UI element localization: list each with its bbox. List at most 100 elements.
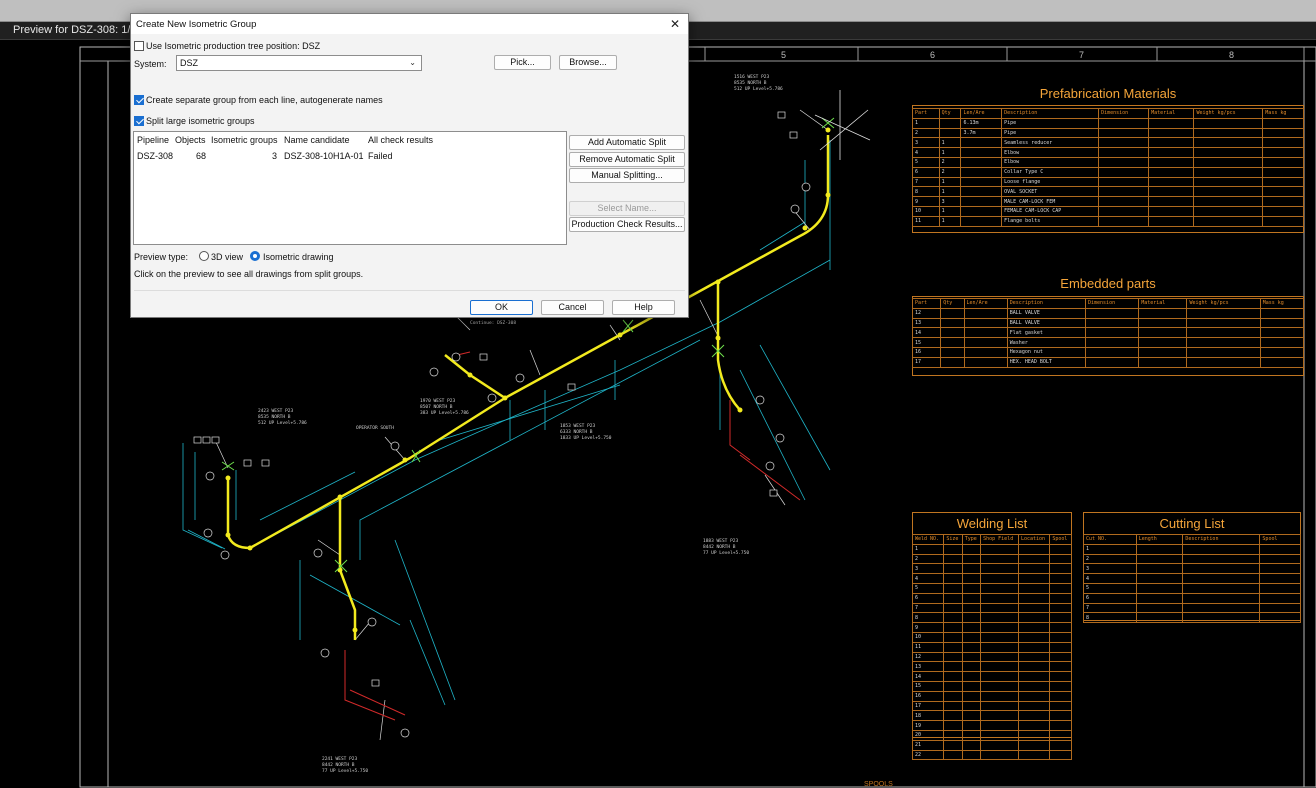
table-cell — [1148, 137, 1195, 149]
dialog-title: Create New Isometric Group — [136, 19, 257, 30]
table-cell — [961, 602, 982, 614]
table-row: 9 3 MALE CAM-LOCK FEM — [912, 196, 1304, 207]
table-cell: BALL VALVE — [1006, 307, 1087, 319]
table-cell — [1148, 196, 1195, 207]
table-cell — [1182, 602, 1261, 614]
svg-text:512 UP Level+5.786: 512 UP Level+5.786 — [734, 86, 783, 92]
table-cell — [943, 710, 963, 722]
pipeline-list[interactable]: Pipeline Objects Isometric groups Name c… — [133, 131, 567, 245]
welding-list-table: Weld NO. Size Type Shop Field Location Spool … — [911, 534, 1072, 761]
table-cell — [1049, 592, 1072, 604]
ruler-mark-8: 8 — [1229, 50, 1234, 60]
col-header-groups[interactable]: Isometric groups — [211, 135, 278, 145]
table-cell — [1049, 739, 1072, 751]
table-cell: 4 — [912, 147, 940, 158]
table-cell — [1259, 602, 1301, 614]
table-cell — [1148, 117, 1195, 129]
table-cell — [1182, 553, 1261, 565]
browse-button[interactable]: Browse... — [559, 55, 617, 70]
table-cell — [943, 661, 963, 673]
table-cell: 1 — [938, 176, 962, 188]
isometric-drawing-radio[interactable] — [250, 251, 260, 261]
prefab-header-cell: Part — [912, 108, 940, 119]
col-header-pipeline[interactable]: Pipeline — [137, 135, 169, 145]
table-row: 4 — [911, 573, 1072, 584]
close-icon[interactable]: ✕ — [670, 17, 680, 31]
table-row: 9 — [911, 622, 1072, 633]
table-cell: Flat gasket — [1006, 327, 1087, 339]
table-cell — [963, 337, 1008, 348]
table-cell — [1017, 729, 1051, 741]
table-cell: 2 — [911, 553, 945, 565]
view-3d-radio[interactable] — [199, 251, 209, 261]
pick-button[interactable]: Pick... — [494, 55, 551, 70]
table-cell — [1182, 592, 1261, 604]
use-tree-position-checkbox[interactable] — [134, 41, 144, 51]
table-row: 2 — [1083, 553, 1301, 565]
table-row: 1 — [911, 543, 1072, 555]
table-cell — [1017, 671, 1051, 682]
table-cell — [1017, 690, 1051, 702]
separate-group-label: Create separate group from each line, au… — [146, 95, 383, 105]
table-cell — [960, 205, 1003, 217]
table-cell — [1259, 327, 1305, 339]
prefab-header-cell: Material — [1148, 108, 1195, 119]
cutting-header-cell: Description — [1182, 534, 1261, 545]
table-cell — [960, 147, 1003, 158]
table-cell — [1098, 156, 1150, 168]
table-cell — [961, 543, 982, 555]
table-cell — [961, 631, 982, 643]
system-select[interactable]: DSZ ⌄ — [176, 55, 422, 71]
svg-text:6333 NORTH B: 6333 NORTH B — [560, 429, 593, 435]
cancel-button[interactable]: Cancel — [541, 300, 604, 315]
table-cell — [1084, 346, 1140, 358]
table-cell: 17 — [911, 700, 945, 712]
table-row: 4 — [1083, 573, 1301, 584]
col-header-objects[interactable]: Objects — [175, 135, 206, 145]
svg-text:8442 NORTH B: 8442 NORTH B — [703, 544, 736, 550]
table-cell — [1262, 117, 1304, 129]
table-cell — [961, 553, 982, 565]
table-cell — [1017, 710, 1051, 722]
table-row: 1 — [1083, 543, 1301, 555]
table-row: 2 — [911, 553, 1072, 565]
table-cell — [1182, 612, 1261, 624]
ruler-ticks — [704, 47, 1305, 61]
table-row: 6 — [1083, 592, 1301, 604]
split-large-checkbox[interactable] — [134, 116, 144, 126]
table-cell — [1193, 176, 1264, 188]
table-cell — [961, 680, 982, 692]
table-cell — [960, 137, 1003, 149]
separate-group-checkbox[interactable] — [134, 95, 144, 105]
table-cell — [943, 739, 963, 751]
add-automatic-split-button[interactable]: Add Automatic Split — [569, 135, 685, 150]
help-button[interactable]: Help — [612, 300, 675, 315]
table-cell: 3 — [911, 563, 945, 575]
col-header-name[interactable]: Name candidate — [284, 135, 350, 145]
manual-splitting-button[interactable]: Manual Splitting... — [569, 168, 685, 183]
table-cell — [1259, 563, 1301, 575]
table-cell — [943, 582, 963, 594]
table-cell — [961, 563, 982, 575]
table-cell: 1 — [938, 137, 962, 149]
table-cell — [961, 592, 982, 604]
ok-button[interactable]: OK — [470, 300, 533, 315]
table-cell: 22 — [911, 749, 945, 761]
select-name-button[interactable]: Select Name... — [569, 201, 685, 216]
table-cell — [1138, 356, 1188, 368]
svg-text:1970 WEST P23: 1970 WEST P23 — [420, 398, 456, 404]
table-row: 7 — [1083, 602, 1301, 614]
col-header-results[interactable]: All check results — [368, 135, 433, 145]
table-cell: Elbow — [1001, 147, 1100, 158]
table-cell: 1 — [938, 186, 962, 198]
svg-text:Continue: DSZ-308: Continue: DSZ-308 — [470, 320, 516, 326]
table-cell — [960, 196, 1003, 207]
table-cell — [1049, 553, 1072, 565]
remove-automatic-split-button[interactable]: Remove Automatic Split — [569, 152, 685, 167]
table-cell — [980, 553, 1019, 565]
table-cell: 2 — [912, 127, 940, 139]
table-cell — [1259, 543, 1301, 555]
production-check-results-button[interactable]: Production Check Results... — [569, 217, 685, 232]
split-large-label: Split large isometric groups — [146, 116, 255, 126]
cutting-list-table: Cut NO. Length Description Spool 12345678 — [1083, 534, 1301, 624]
